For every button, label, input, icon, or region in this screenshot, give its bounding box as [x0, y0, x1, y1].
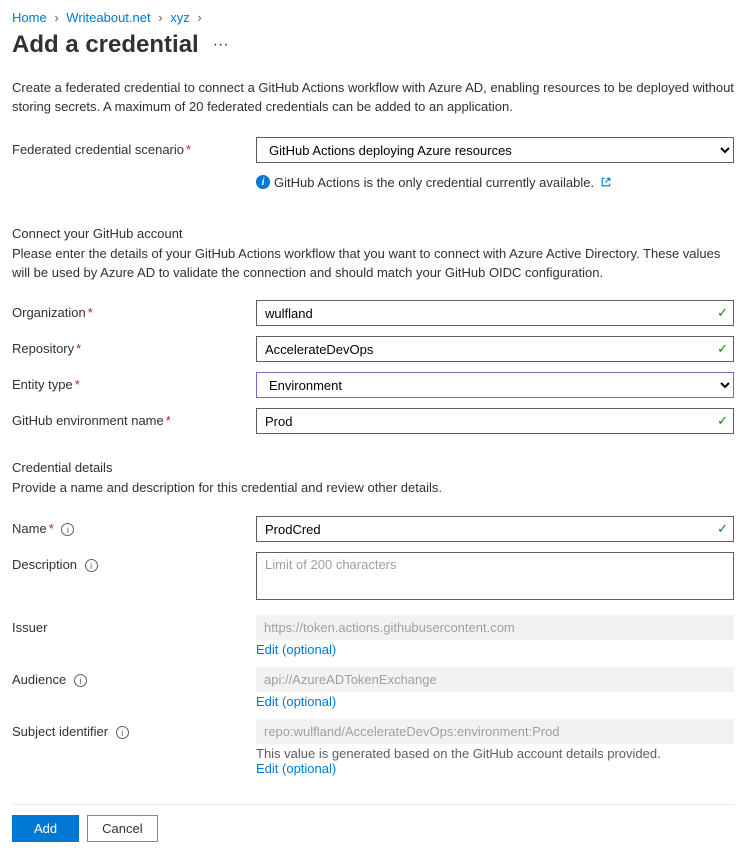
intro-text: Create a federated credential to connect… — [12, 79, 734, 117]
description-input[interactable] — [256, 552, 734, 600]
breadcrumb-xyz[interactable]: xyz — [170, 10, 190, 25]
more-actions-button[interactable]: ··· — [213, 36, 229, 54]
connect-heading: Connect your GitHub account — [12, 226, 734, 241]
breadcrumb: Home › Writeabout.net › xyz › — [12, 10, 734, 25]
environment-name-label: GitHub environment name* — [12, 408, 256, 428]
subject-label: Subject identifier i — [12, 719, 256, 739]
organization-label: Organization* — [12, 300, 256, 320]
info-icon[interactable]: i — [116, 726, 129, 739]
info-icon[interactable]: i — [74, 674, 87, 687]
description-label: Description i — [12, 552, 256, 572]
organization-input[interactable] — [256, 300, 734, 326]
chevron-right-icon: › — [197, 10, 201, 25]
details-heading: Credential details — [12, 460, 734, 475]
repository-input[interactable] — [256, 336, 734, 362]
audience-value: api://AzureADTokenExchange — [256, 667, 734, 692]
info-icon: i — [256, 175, 270, 189]
issuer-edit-link[interactable]: Edit (optional) — [256, 642, 336, 657]
info-icon[interactable]: i — [85, 559, 98, 572]
footer-actions: Add Cancel — [12, 804, 734, 842]
repository-label: Repository* — [12, 336, 256, 356]
details-desc: Provide a name and description for this … — [12, 479, 734, 498]
entity-type-select[interactable]: Environment — [256, 372, 734, 398]
connect-desc: Please enter the details of your GitHub … — [12, 245, 734, 283]
scenario-select[interactable]: GitHub Actions deploying Azure resources — [256, 137, 734, 163]
chevron-right-icon: › — [54, 10, 58, 25]
environment-name-input[interactable] — [256, 408, 734, 434]
entity-type-label: Entity type* — [12, 372, 256, 392]
info-icon[interactable]: i — [61, 523, 74, 536]
scenario-helper: GitHub Actions is the only credential cu… — [274, 175, 594, 190]
name-input[interactable] — [256, 516, 734, 542]
name-label: Name* i — [12, 516, 256, 536]
subject-edit-link[interactable]: Edit (optional) — [256, 761, 336, 776]
scenario-label: Federated credential scenario* — [12, 137, 256, 157]
chevron-right-icon: › — [158, 10, 162, 25]
add-button[interactable]: Add — [12, 815, 79, 842]
audience-label: Audience i — [12, 667, 256, 687]
page-title: Add a credential — [12, 31, 199, 59]
issuer-value: https://token.actions.githubusercontent.… — [256, 615, 734, 640]
cancel-button[interactable]: Cancel — [87, 815, 157, 842]
audience-edit-link[interactable]: Edit (optional) — [256, 694, 336, 709]
breadcrumb-home[interactable]: Home — [12, 10, 47, 25]
breadcrumb-writeabout[interactable]: Writeabout.net — [66, 10, 150, 25]
external-link-icon[interactable] — [600, 176, 612, 188]
issuer-label: Issuer — [12, 615, 256, 635]
subject-value: repo:wulfland/AccelerateDevOps:environme… — [256, 719, 734, 744]
